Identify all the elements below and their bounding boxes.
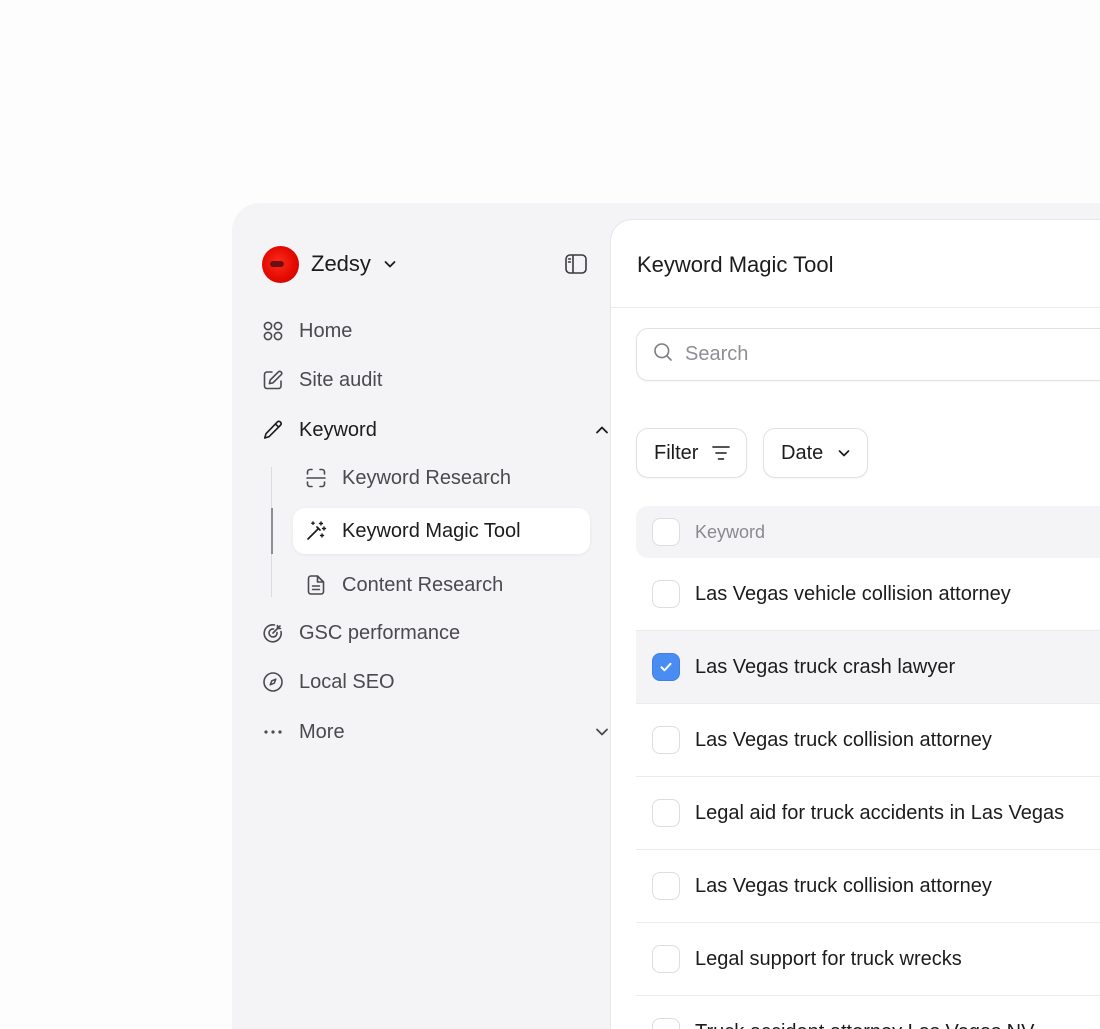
scan-icon [305,467,327,489]
chevron-down-icon [383,257,397,271]
chevron-down-icon [837,446,851,460]
subitem-label: Keyword Magic Tool [342,519,521,542]
search-input[interactable] [685,343,1045,366]
magic-wand-icon [305,520,327,542]
more-dots-icon [262,721,284,743]
submenu-active-indicator [271,508,273,554]
sidebar-item-local-seo[interactable]: Local SEO [262,666,395,698]
row-keyword: Las Vegas truck crash lawyer [695,655,956,678]
sidebar-item-label: Keyword [299,418,377,441]
row-checkbox[interactable] [652,945,680,973]
subitem-label: Keyword Research [342,466,511,489]
table-row[interactable]: Legal aid for truck accidents in Las Veg… [636,777,1100,850]
sidebar-item-site-audit[interactable]: Site audit [262,364,382,396]
chevron-down-icon[interactable] [594,724,610,740]
row-keyword: Truck accident attorney Las Vegas NV [695,1021,1034,1029]
row-checkbox[interactable] [652,872,680,900]
search-box[interactable] [636,328,1100,381]
sidebar-subitem-content-research[interactable]: Content Research [293,562,590,608]
page-title: Keyword Magic Tool [637,252,834,277]
column-header-keyword: Keyword [695,521,766,542]
main-panel: Keyword Magic Tool Filter Date Keyword L… [610,219,1100,1029]
table-row[interactable]: Las Vegas truck collision attorney [636,850,1100,923]
checkmark-icon [660,662,672,672]
chevron-up-icon[interactable] [594,422,610,438]
filter-label: Filter [654,441,699,464]
table-row[interactable]: Truck accident attorney Las Vegas NV [636,996,1100,1029]
row-keyword: Legal aid for truck accidents in Las Veg… [695,801,1065,824]
date-dropdown[interactable]: Date [763,428,869,478]
table-row[interactable]: Las Vegas truck crash lawyer [636,631,1100,704]
sidebar-item-label: More [299,720,345,743]
sidebar-item-label: GSC performance [299,621,461,644]
workspace-name: Zedsy [311,251,371,276]
search-icon [653,342,673,367]
table-header: Keyword [636,506,1100,558]
row-keyword: Las Vegas truck collision attorney [695,728,992,751]
grid-icon [262,320,284,342]
filter-button[interactable]: Filter [636,428,748,478]
date-label: Date [781,441,824,464]
sidebar-item-more[interactable]: More [262,716,345,748]
target-icon [262,622,284,644]
row-checkbox[interactable] [652,580,680,608]
table-row[interactable]: Las Vegas truck collision attorney [636,704,1100,777]
sidebar-subitem-keyword-research[interactable]: Keyword Research [293,455,590,501]
sidebar-item-gsc-performance[interactable]: GSC performance [262,617,460,649]
edit-square-icon [262,369,284,391]
sidebar-item-label: Local SEO [299,670,395,693]
row-checkbox[interactable] [652,799,680,827]
document-icon [305,574,327,596]
row-keyword: Las Vegas vehicle collision attorney [695,582,1011,605]
sidebar-item-label: Home [299,319,353,342]
row-checkbox[interactable] [652,726,680,754]
row-keyword: Legal support for truck wrecks [695,947,962,970]
subitem-label: Content Research [342,573,504,596]
workspace-switcher[interactable]: Zedsy [262,245,397,283]
pencil-icon [262,419,284,441]
filter-lines-icon [712,445,731,461]
table-row[interactable]: Legal support for truck wrecks [636,923,1100,996]
sidebar-item-home[interactable]: Home [262,315,352,347]
header-divider [611,307,1100,308]
compass-icon [262,671,284,693]
row-checkbox[interactable] [652,1018,680,1029]
row-checkbox[interactable] [652,653,680,681]
row-keyword: Las Vegas truck collision attorney [695,874,992,897]
table-row[interactable]: Las Vegas vehicle collision attorney [636,558,1100,631]
sidebar-toggle-icon[interactable] [564,252,588,276]
workspace-avatar [262,245,299,283]
select-all-checkbox[interactable] [652,518,680,546]
sidebar-subitem-keyword-magic-tool[interactable]: Keyword Magic Tool [293,508,590,554]
sidebar-item-keyword[interactable]: Keyword [262,414,377,446]
sidebar-item-label: Site audit [299,368,383,391]
